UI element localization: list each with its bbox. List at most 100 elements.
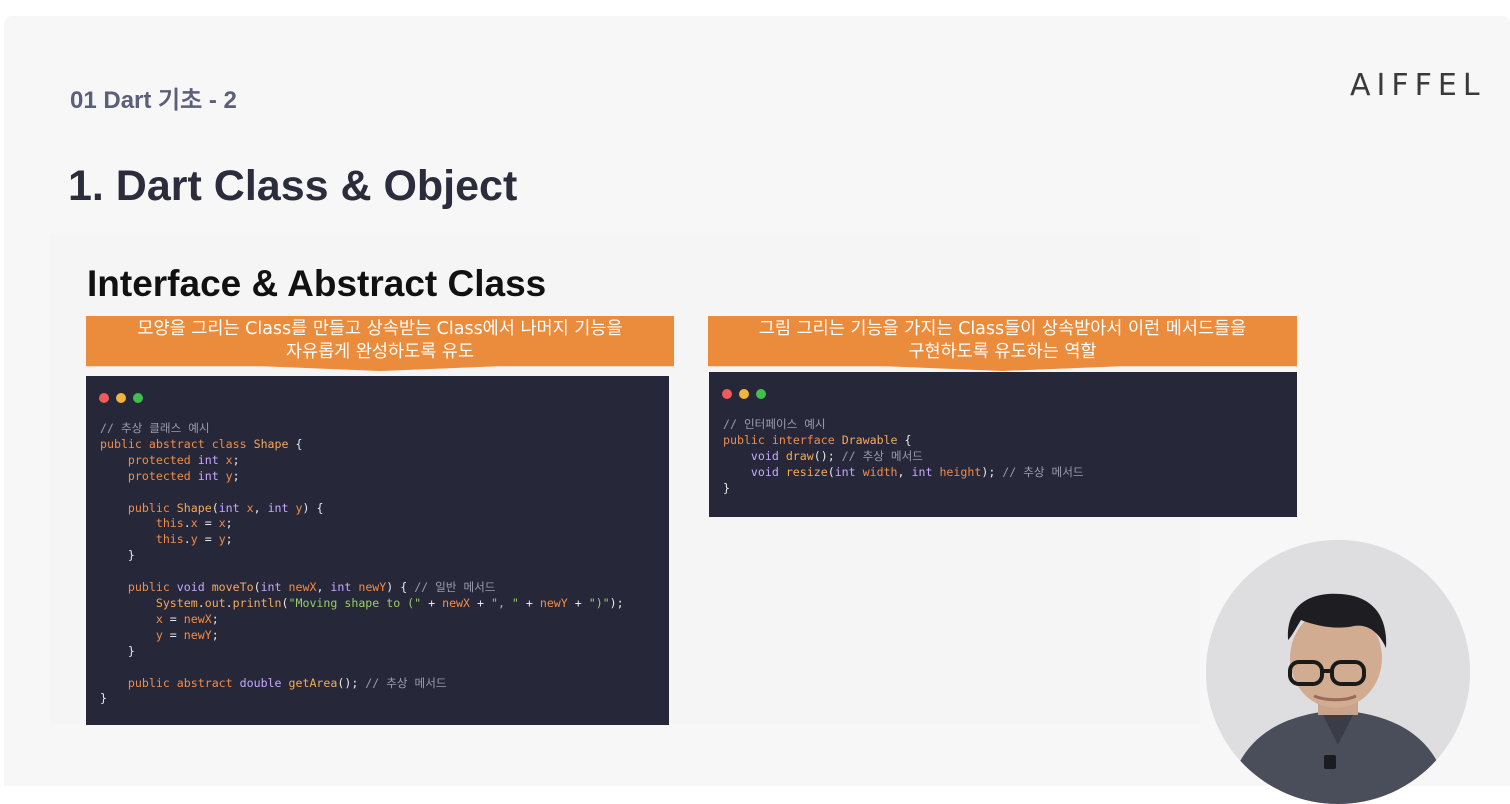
code-token: Drawable bbox=[841, 432, 898, 447]
code-token: + bbox=[470, 595, 491, 610]
code-token: int bbox=[834, 464, 856, 479]
code-token: ( bbox=[211, 500, 219, 515]
code-token: = bbox=[197, 516, 219, 531]
code-token: public bbox=[127, 675, 170, 690]
code-token: // 추상 클래스 예시 bbox=[100, 421, 210, 435]
close-dot-icon bbox=[99, 393, 109, 403]
code-token: this bbox=[155, 532, 184, 547]
code-token: height bbox=[939, 464, 982, 479]
code-token: + bbox=[518, 595, 540, 610]
code-token: ; bbox=[225, 516, 233, 531]
code-line: void resize(int width, int height); // 추… bbox=[723, 465, 1084, 479]
code-token: "Moving shape to (" bbox=[288, 595, 422, 610]
presenter-video-avatar bbox=[1206, 540, 1470, 804]
code-line: public Shape(int x, int y) { bbox=[100, 500, 324, 515]
abstract-class-callout: 모양을 그리는 Class를 만들고 상속받는 Class에서 나머지 기능을 … bbox=[86, 316, 674, 366]
abstract-class-code-window: // 추상 클래스 예시 public abstract class Shape… bbox=[86, 376, 669, 725]
code-token: = bbox=[162, 627, 184, 642]
code-token: { bbox=[897, 432, 912, 447]
maximize-dot-icon bbox=[756, 389, 766, 399]
code-token: abstract bbox=[148, 436, 205, 451]
code-token: resize bbox=[785, 464, 828, 479]
code-token: newX bbox=[442, 595, 471, 610]
code-token: // 일반 메서드 bbox=[414, 580, 496, 595]
code-line: public abstract class Shape { bbox=[100, 437, 302, 451]
code-token: y bbox=[218, 532, 226, 547]
interface-callout: 그림 그리는 기능을 가지는 Class들이 상속받아서 이런 메서드들을 구현… bbox=[708, 316, 1297, 366]
code-token: newX bbox=[288, 580, 317, 595]
code-token: (); bbox=[337, 675, 366, 690]
aiffel-logo: AIFFEL bbox=[1350, 68, 1486, 103]
maximize-dot-icon bbox=[133, 393, 143, 403]
close-dot-icon bbox=[722, 389, 732, 399]
code-line: this.x = x; bbox=[100, 516, 233, 530]
code-token: } bbox=[723, 480, 730, 495]
code-token: = bbox=[197, 532, 219, 547]
section-subtitle: Interface & Abstract Class bbox=[87, 263, 547, 304]
code-token: System bbox=[155, 595, 198, 610]
callout-line: 구현하도록 유도하는 역할 bbox=[908, 342, 1097, 362]
code-token: y bbox=[295, 500, 303, 515]
code-token: public bbox=[127, 580, 170, 595]
code-token: this bbox=[155, 516, 184, 531]
code-token: protected bbox=[127, 468, 191, 483]
code-token: ( bbox=[827, 464, 835, 479]
code-line: // 인터페이스 예시 bbox=[723, 417, 826, 431]
code-token: // 추상 메서드 bbox=[1002, 464, 1084, 479]
code-token: , bbox=[316, 580, 331, 595]
code-line: } bbox=[100, 691, 107, 705]
presenter-icon bbox=[1206, 540, 1470, 804]
code-token: ; bbox=[225, 532, 233, 547]
minimize-dot-icon bbox=[116, 393, 126, 403]
code-token: // 추상 메서드 bbox=[365, 675, 447, 690]
code-token: } bbox=[100, 548, 135, 563]
code-token: int bbox=[260, 580, 282, 595]
code-token: y bbox=[225, 468, 233, 483]
code-token: draw bbox=[785, 448, 814, 463]
code-line: y = newY; bbox=[100, 628, 219, 642]
code-line: x = newX; bbox=[100, 612, 219, 626]
code-token: , bbox=[253, 500, 268, 515]
code-token: public bbox=[127, 500, 170, 515]
code-token: ; bbox=[232, 468, 240, 483]
code-line: protected int x; bbox=[100, 453, 240, 467]
code-token: interface bbox=[771, 432, 835, 447]
code-token: x bbox=[225, 452, 233, 467]
slide-title: 1. Dart Class & Object bbox=[68, 162, 518, 210]
window-controls bbox=[722, 386, 773, 399]
minimize-dot-icon bbox=[739, 389, 749, 399]
code-line: System.out.println("Moving shape to (" +… bbox=[100, 596, 624, 610]
code-token: , bbox=[897, 464, 912, 479]
abstract-class-code: // 추상 클래스 예시 public abstract class Shape… bbox=[100, 421, 624, 707]
code-line: public interface Drawable { bbox=[723, 433, 912, 447]
code-token: x bbox=[155, 611, 163, 626]
code-token: ) { bbox=[386, 580, 415, 595]
code-token: public bbox=[723, 432, 765, 447]
code-token: ); bbox=[981, 464, 1003, 479]
code-token: int bbox=[218, 500, 240, 515]
code-token: newX bbox=[183, 611, 212, 626]
